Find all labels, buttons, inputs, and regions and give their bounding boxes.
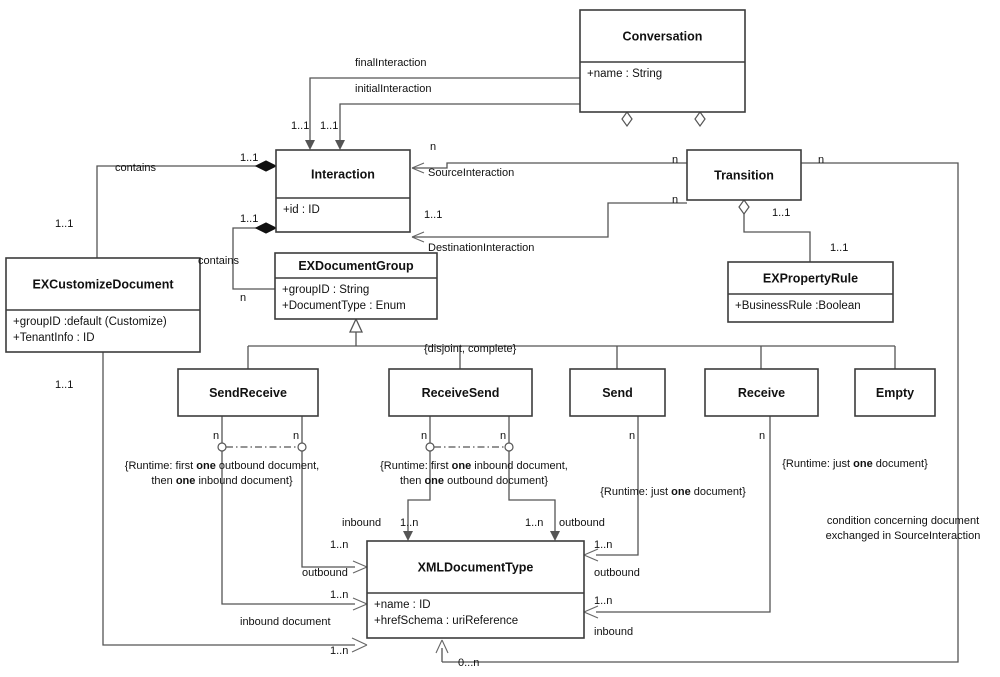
multiplicity-m-trans-right-n: n — [818, 154, 824, 166]
association-label-source-interaction: SourceInteraction — [428, 167, 514, 179]
multiplicity-m-rs-n1: n — [421, 430, 427, 442]
multiplicity-m-right-1n-b: 1..n — [594, 595, 612, 607]
association-label-final-interaction: finalInteraction — [355, 57, 427, 69]
multiplicity-m-final: 1..1 — [291, 120, 309, 132]
class-attribute: +BusinessRule :Boolean — [735, 300, 861, 312]
class-box-exdocumentgroup[interactable]: EXDocumentGroup +groupID : String +Documen… — [274, 252, 438, 320]
multiplicity-m-self-0n: 0...n — [458, 657, 479, 669]
class-name: Send — [602, 386, 633, 400]
class-attribute: +name : String — [587, 68, 662, 80]
class-box-expropertyrule[interactable]: EXPropertyRule +BusinessRule :Boolean — [727, 261, 894, 323]
class-name: EXPropertyRule — [763, 272, 858, 286]
class-box-receivesend[interactable]: ReceiveSend — [388, 368, 533, 417]
association-label-initial-interaction: initialInteraction — [355, 83, 431, 95]
multiplicity-m-left-1n-c: 1..n — [330, 645, 348, 657]
class-attribute: +id : ID — [283, 204, 320, 216]
multiplicity-m-send-n: n — [629, 430, 635, 442]
constraint-note-note-send: {Runtime: just one document} — [600, 486, 746, 498]
class-box-conversation[interactable]: Conversation +name : String — [579, 9, 746, 113]
class-name: XMLDocumentType — [418, 561, 534, 575]
multiplicity-m-inbound-1n: 1..n — [400, 517, 418, 529]
class-name: Transition — [714, 169, 774, 183]
multiplicity-m-dest-11: 1..1 — [424, 209, 442, 221]
class-name: ReceiveSend — [422, 386, 500, 400]
multiplicity-m-left-1n-b: 1..n — [330, 589, 348, 601]
multiplicity-m-trans-left-n2: n — [672, 194, 678, 206]
note-line: then one outbound document} — [400, 475, 548, 487]
multiplicity-m-source-n: n — [430, 141, 436, 153]
class-name: Interaction — [311, 168, 375, 182]
multiplicity-m-rule-11: 1..1 — [830, 242, 848, 254]
class-name: EXDocumentGroup — [298, 259, 414, 273]
multiplicity-m-outbound-r-1n: 1..n — [525, 517, 543, 529]
multiplicity-m-initial: 1..1 — [320, 120, 338, 132]
multiplicity-m-right-1n-a: 1..n — [594, 539, 612, 551]
note-line: {Runtime: just one document} — [782, 458, 928, 470]
association-label-outbound-right-upper: outbound — [559, 517, 605, 529]
note-line: {Runtime: first one outbound document, — [125, 460, 319, 472]
association-label-inbound-document: inbound document — [240, 616, 331, 628]
multiplicity-m-left-11: 1..1 — [55, 218, 73, 230]
class-box-xmldocumenttype[interactable]: XMLDocumentType +name : ID +hrefSchema : u… — [366, 540, 585, 639]
multiplicity-m-contains-top: 1..1 — [240, 152, 258, 164]
class-attribute: +groupID : String — [282, 284, 369, 296]
association-label-disjoint-complete: {disjoint, complete} — [424, 343, 517, 355]
class-box-sendreceive[interactable]: SendReceive — [177, 368, 319, 417]
association-label-inbound-right: inbound — [594, 626, 633, 638]
class-box-outline — [579, 9, 746, 113]
association-label-contains-top: contains — [115, 162, 156, 174]
class-attribute: +hrefSchema : uriReference — [374, 615, 518, 627]
multiplicity-m-rs-n2: n — [500, 430, 506, 442]
class-attribute: +name : ID — [374, 599, 431, 611]
note-line: exchanged in SourceInteraction — [826, 530, 981, 542]
multiplicity-m-sr-n2: n — [293, 430, 299, 442]
association-label-outbound-left-upper: outbound — [302, 567, 348, 579]
class-name: Receive — [738, 386, 785, 400]
constraint-note-note-receive: {Runtime: just one document} — [782, 458, 928, 470]
multiplicity-m-sr-n1: n — [213, 430, 219, 442]
constraint-note-note-receivesend: {Runtime: first one inbound document, the… — [380, 460, 568, 487]
class-box-transition[interactable]: Transition — [686, 149, 802, 201]
class-box-interaction[interactable]: Interaction +id : ID — [275, 149, 411, 233]
constraint-note-note-condition: condition concerning document exchanged i… — [826, 515, 981, 542]
multiplicity-m-group-n: n — [240, 292, 246, 304]
association-label-contains-mid: contains — [198, 255, 239, 267]
multiplicity-m-recv-n: n — [759, 430, 765, 442]
note-line: then one inbound document} — [151, 475, 293, 487]
class-name: EXCustomizeDocument — [33, 278, 175, 292]
multiplicity-m-trans-left-n: n — [672, 154, 678, 166]
association-label-outbound-right-lower: outbound — [594, 567, 640, 579]
diagram-canvas: Conversation +name : String Interaction +id… — [5, 9, 981, 669]
uml-class-diagram: Conversation +name : String Interaction +id… — [0, 0, 1000, 677]
multiplicity-m-cust-bottom: 1..1 — [55, 379, 73, 391]
note-line: {Runtime: just one document} — [600, 486, 746, 498]
class-name: SendReceive — [209, 386, 287, 400]
class-box-send[interactable]: Send — [569, 368, 666, 417]
class-attribute: +TenantInfo : ID — [13, 332, 95, 344]
class-attribute: +DocumentType : Enum — [282, 300, 406, 312]
class-name: Empty — [876, 386, 914, 400]
class-box-excustomizedocument[interactable]: EXCustomizeDocument +groupID :default (Cu… — [5, 257, 201, 353]
multiplicity-m-trans-rule: 1..1 — [772, 207, 790, 219]
multiplicity-m-contains-mid: 1..1 — [240, 213, 258, 225]
association-label-inbound-left: inbound — [342, 517, 381, 529]
class-box-receive[interactable]: Receive — [704, 368, 819, 417]
note-line: condition concerning document — [827, 515, 979, 527]
association-label-destination-interaction: DestinationInteraction — [428, 242, 534, 254]
class-box-outline — [275, 149, 411, 233]
class-box-empty[interactable]: Empty — [854, 368, 936, 417]
class-name: Conversation — [623, 30, 703, 44]
class-attribute: +groupID :default (Customize) — [13, 316, 167, 328]
multiplicity-m-left-1n-a: 1..n — [330, 539, 348, 551]
note-line: {Runtime: first one inbound document, — [380, 460, 568, 472]
